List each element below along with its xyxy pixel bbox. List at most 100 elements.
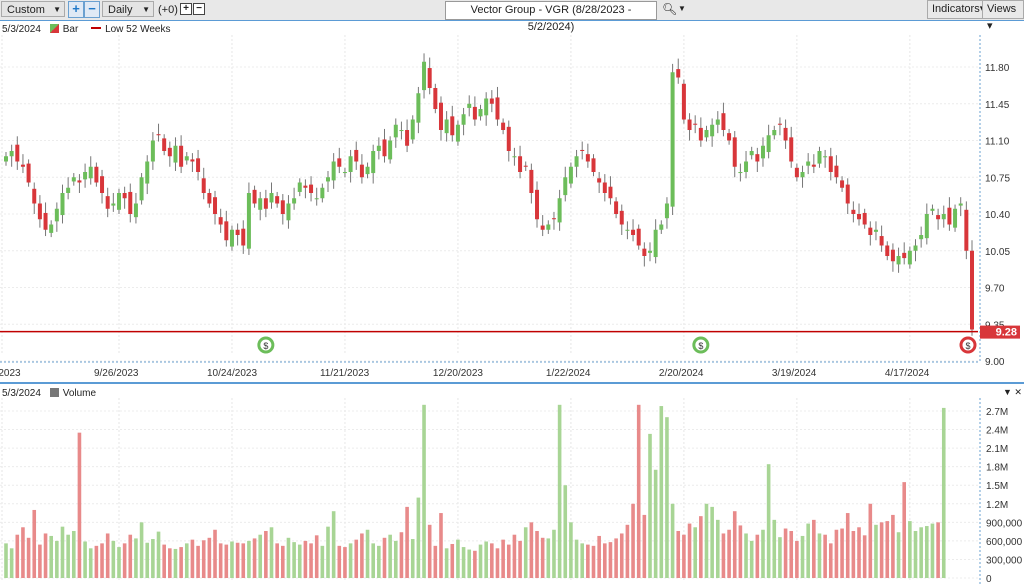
volume-bar — [162, 544, 166, 578]
volume-bar — [603, 543, 607, 578]
candle — [902, 252, 907, 259]
volume-bar — [772, 519, 777, 578]
volume-bar — [139, 522, 144, 578]
candle — [964, 209, 969, 251]
volume-bar — [817, 533, 822, 578]
volume-bar — [4, 543, 8, 578]
volume-bar — [665, 417, 669, 578]
dollar-icon: $ — [965, 341, 970, 351]
volume-bar — [439, 513, 443, 578]
candle — [529, 169, 534, 193]
candle — [484, 98, 489, 116]
volume-bar — [936, 522, 940, 578]
volume-bar — [557, 404, 562, 578]
candle — [540, 225, 545, 230]
candle — [314, 198, 319, 200]
volume-bar — [761, 529, 765, 578]
candle — [184, 156, 189, 161]
candle — [15, 144, 20, 162]
volume-bar — [269, 527, 274, 578]
volume-y-tick-label: 900,000 — [986, 518, 1023, 529]
volume-bar — [896, 532, 901, 578]
candle — [489, 98, 494, 104]
volume-bar — [410, 539, 415, 578]
volume-bar — [213, 529, 217, 578]
candle — [241, 228, 246, 246]
candle — [642, 248, 647, 256]
volume-bar — [337, 545, 342, 578]
volume-bar — [591, 545, 596, 578]
candle — [772, 130, 777, 136]
candle — [252, 189, 257, 204]
volume-bar — [207, 537, 212, 578]
candle — [416, 93, 421, 123]
volume-bar — [32, 509, 37, 578]
y-tick-label: 11.45 — [985, 100, 1010, 111]
volume-y-tick-label: 2.4M — [986, 426, 1008, 437]
candle — [4, 156, 8, 162]
candle — [162, 138, 167, 151]
volume-bar — [631, 503, 635, 578]
candle — [760, 145, 765, 159]
candle — [246, 193, 251, 249]
volume-bar — [512, 534, 517, 578]
volume-bar — [738, 525, 743, 578]
candle — [727, 133, 732, 141]
volume-bar — [179, 547, 183, 578]
volume-bar — [845, 513, 850, 578]
x-tick-label: 2/20/2024 — [659, 368, 704, 379]
volume-bar — [535, 530, 539, 578]
chart-area[interactable]: 8/2023 9/26/2023 10/24/2023 11/21/2023 12/20… — [0, 0, 1024, 585]
volume-bar — [642, 514, 647, 578]
candle — [133, 203, 138, 218]
volume-bar — [699, 516, 703, 578]
candle — [66, 187, 71, 193]
x-tick-label: 9/26/2023 — [94, 368, 139, 379]
candle — [591, 158, 596, 172]
volume-bar — [501, 539, 505, 578]
volume-bar — [800, 535, 805, 578]
candle — [371, 151, 376, 174]
candle — [26, 163, 31, 183]
candle — [320, 187, 325, 199]
y-tick-label: 11.10 — [985, 137, 1010, 148]
volume-bar — [55, 540, 59, 578]
candle — [263, 198, 268, 209]
volume-bar — [303, 540, 308, 578]
x-tick-label: 1/22/2024 — [546, 368, 591, 379]
volume-bar — [614, 538, 618, 578]
volume-bar — [450, 543, 455, 578]
volume-bar — [247, 540, 251, 578]
volume-bar — [258, 534, 263, 578]
volume-bar — [693, 527, 697, 578]
y-tick-label: 10.05 — [985, 247, 1010, 258]
volume-bar — [636, 404, 641, 578]
candle — [331, 161, 336, 181]
volume-bar — [371, 543, 375, 578]
candle — [444, 119, 449, 134]
candle — [518, 156, 523, 172]
y-tick-label: 9.00 — [985, 357, 1005, 368]
volume-bar — [930, 523, 935, 578]
candle — [783, 127, 788, 141]
volume-bar — [879, 522, 884, 578]
y-tick-label: 9.70 — [985, 284, 1005, 295]
candle — [173, 145, 178, 163]
volume-bar — [569, 522, 573, 578]
volume-bar — [715, 519, 720, 578]
candle — [337, 158, 342, 167]
volume-bar — [105, 533, 110, 578]
candle — [190, 159, 195, 162]
volume-bar — [94, 545, 99, 578]
candle — [840, 180, 845, 188]
candle — [535, 189, 540, 220]
candle — [698, 127, 703, 141]
volume-bar — [670, 503, 675, 578]
volume-bar — [941, 407, 946, 578]
candle — [913, 245, 918, 251]
candle — [139, 177, 144, 201]
volume-bar — [484, 541, 488, 578]
volume-bar — [625, 524, 630, 578]
volume-bar — [518, 540, 522, 578]
volume-bar — [77, 432, 82, 578]
